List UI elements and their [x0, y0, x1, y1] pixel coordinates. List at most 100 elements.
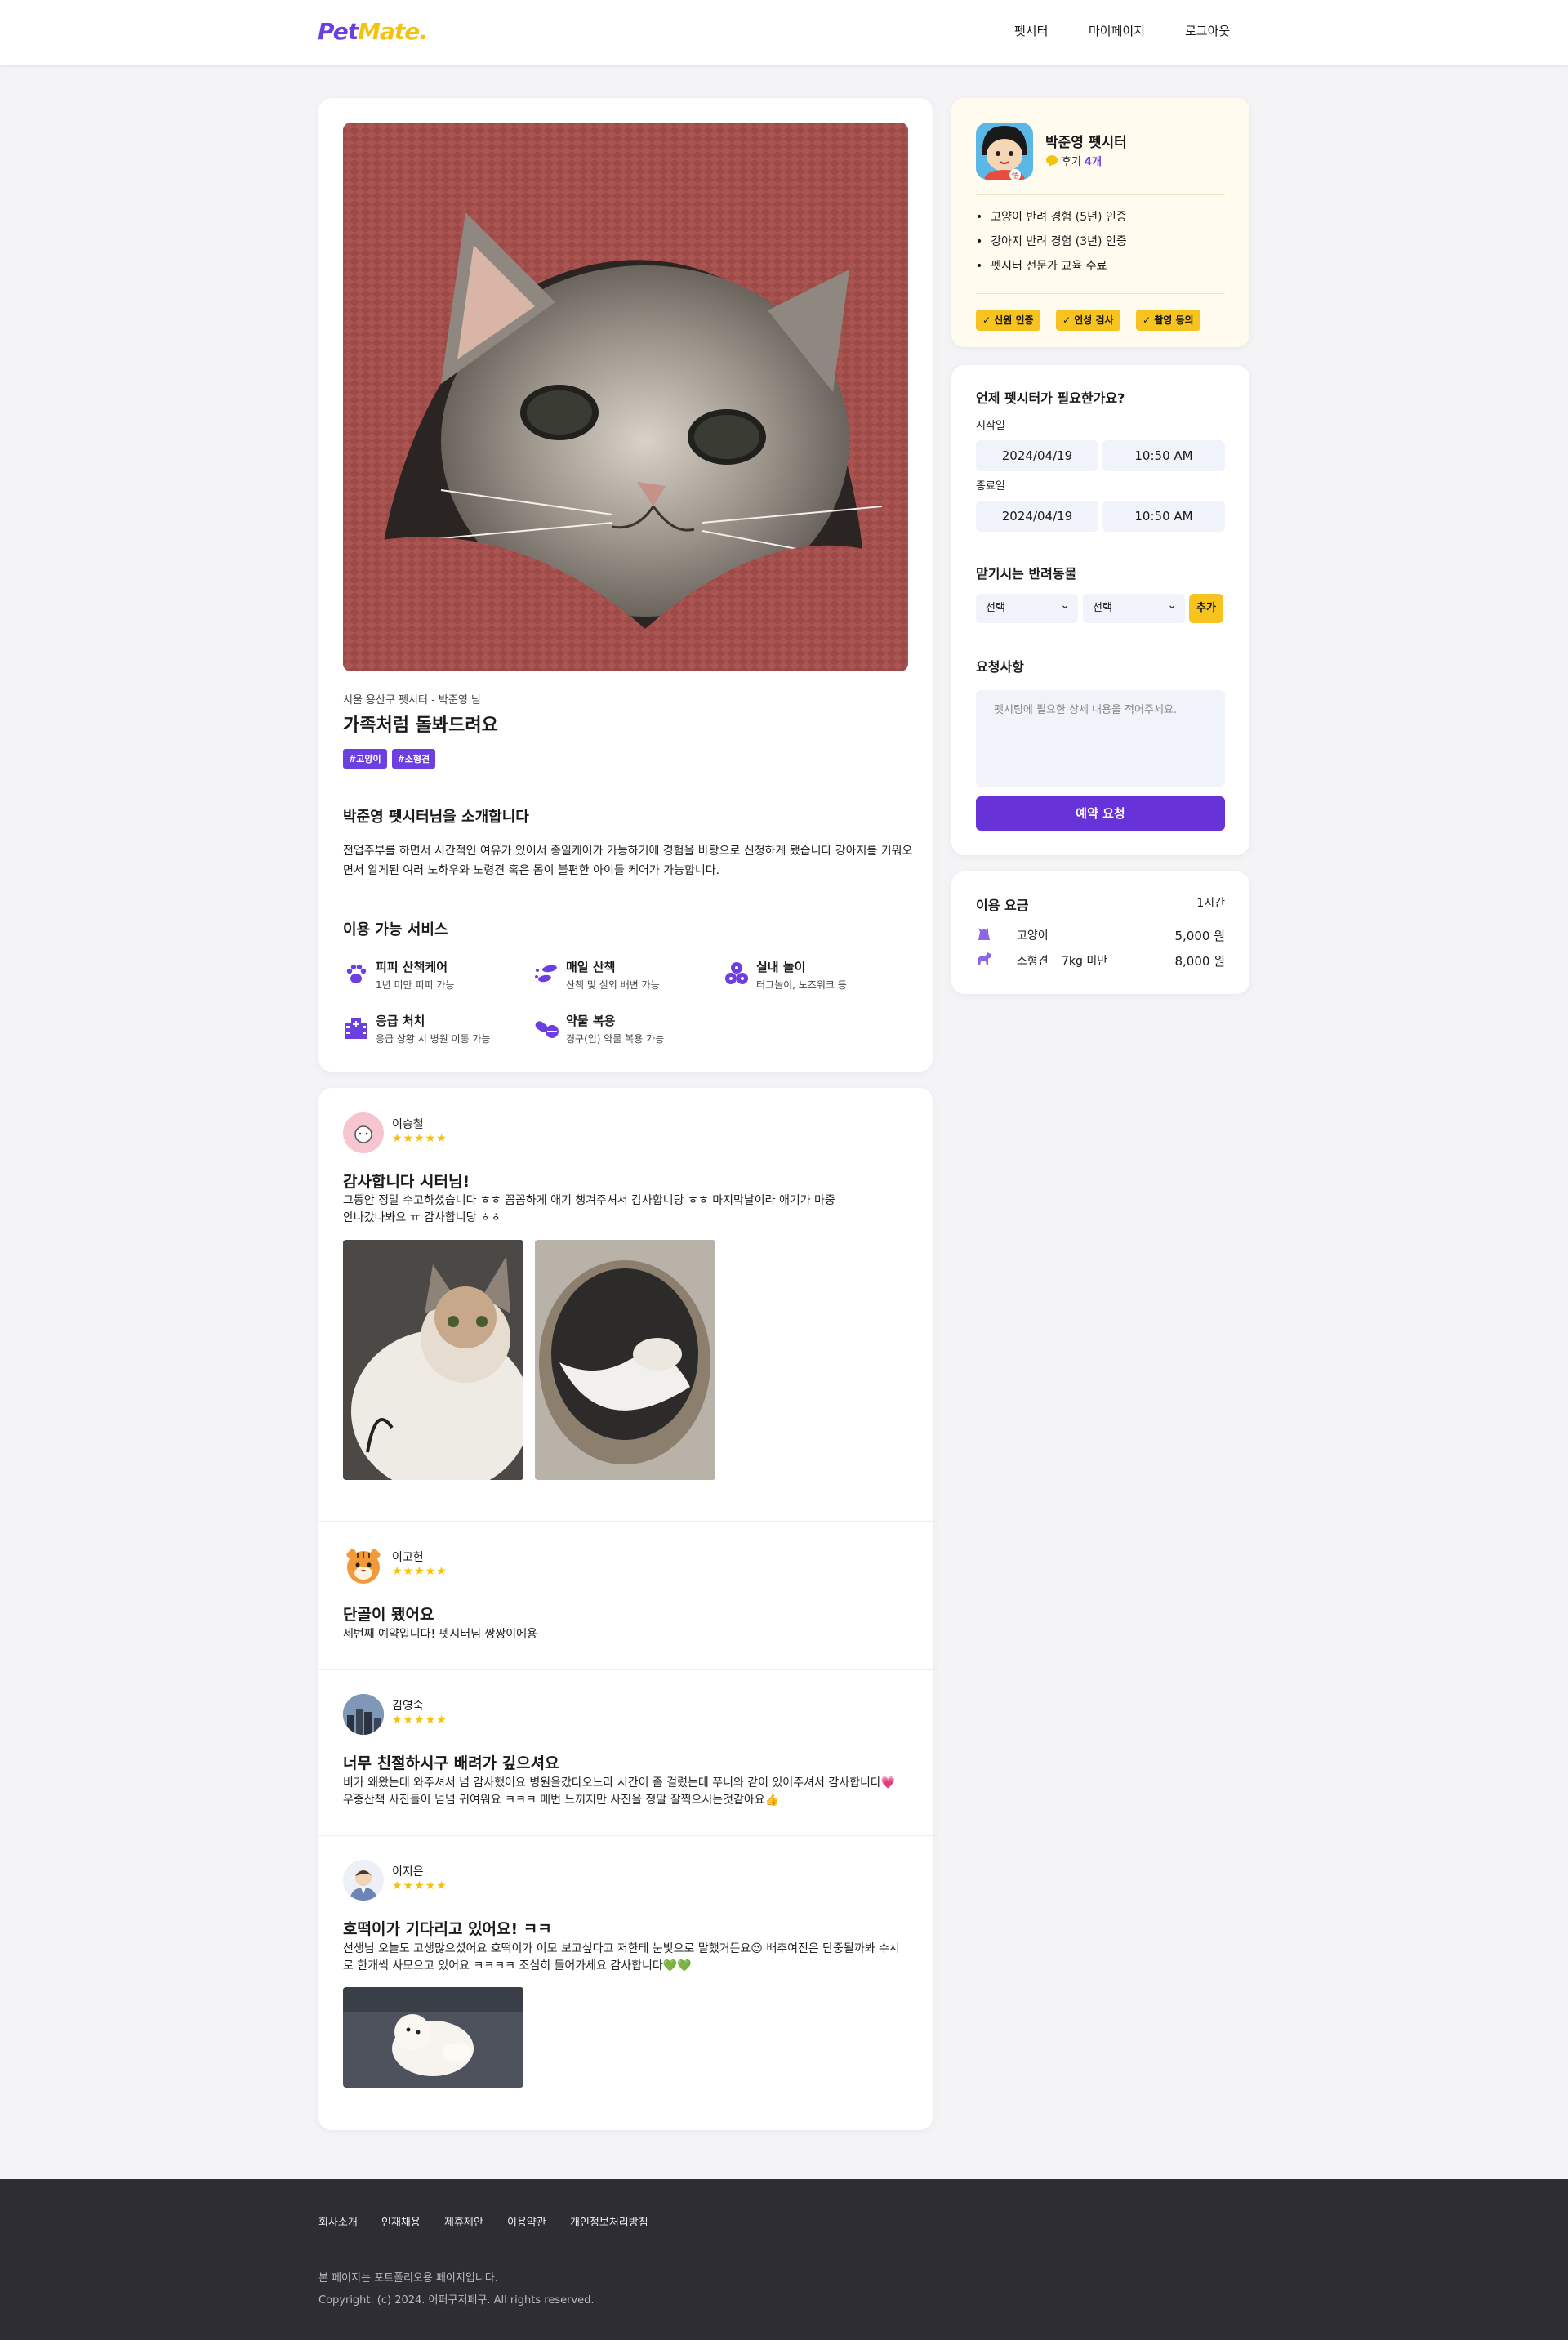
service-item: 매일 산책 산책 및 실외 배변 가능	[533, 959, 729, 996]
intro-body: 전업주부를 하면서 시간적인 여유가 있어서 종일케어가 가능하기에 경험을 바…	[343, 845, 913, 877]
add-pet-button[interactable]: 추가	[1189, 594, 1223, 623]
city-photo-avatar	[343, 1694, 384, 1735]
footer-link-careers[interactable]: 인재채용	[381, 2213, 421, 2229]
end-date-field[interactable]: 2024/04/19	[976, 501, 1098, 532]
booking-question: 언제 펫시터가 필요한가요?	[976, 390, 1125, 406]
tag-cat[interactable]: #고양이	[343, 749, 387, 769]
cat-icon	[978, 928, 990, 940]
footer-link-terms[interactable]: 이용약관	[507, 2213, 546, 2229]
price-value: 8,000 원	[1174, 954, 1225, 969]
pet-type-select[interactable]: 선택	[976, 591, 1078, 623]
booking-card: 언제 펫시터가 필요한가요? 시작일 2024/04/19 10:50 AM 종…	[951, 365, 1250, 855]
review-title: 감사합니다 시터님!	[343, 1173, 470, 1191]
cat-face-icon	[354, 1125, 372, 1143]
avatar	[343, 1112, 384, 1153]
avatar	[343, 1545, 384, 1586]
request-title: 요청사항	[976, 659, 1024, 675]
footer-link-partnership[interactable]: 제휴제안	[444, 2213, 483, 2229]
credential-item: 강아지 반려 경험 (3년) 인증	[976, 234, 1126, 250]
tag-list: #고양이 #소형견	[343, 749, 436, 769]
request-textarea[interactable]: 펫시팅에 필요한 상세 내용을 적어주세요.	[976, 690, 1225, 787]
nav-logout[interactable]: 로그아웃	[1185, 23, 1230, 39]
credential-item: 펫시터 전문가 교육 수료	[976, 258, 1107, 274]
tag-small-dog[interactable]: #소형견	[391, 749, 436, 769]
service-item: 응급 처치 응급 상황 시 병원 이동 가능	[343, 1013, 539, 1050]
service-item: 피피 산책케어 1년 미만 피피 가능	[343, 959, 539, 996]
reviewer-name: 이지은	[392, 1865, 424, 1879]
badge-filming: ✓ 촬영 동의	[1136, 310, 1200, 331]
rating-stars: ★★★★★	[392, 1714, 448, 1727]
review-title: 호떡이가 기다리고 있어요! ㅋㅋ	[343, 1920, 552, 1938]
credential-item: 고양이 반려 경험 (5년) 인증	[976, 209, 1126, 225]
footprints-icon	[535, 965, 557, 983]
sitter-avatar: 悟	[976, 123, 1033, 180]
hospital-icon	[345, 1018, 368, 1039]
review-body: 비가 왜왔는데 와주셔서 넘 감사했어요 병원을갔다오느라 시간이 좀 걸렸는데…	[343, 1776, 896, 1807]
submit-booking-button[interactable]: 예약 요청	[976, 796, 1225, 831]
review-body: 세번째 예약입니다! 펫시터님 짱짱이에용	[343, 1628, 537, 1641]
listing-card: 서울 용산구 펫시터 - 박준영 님 가족처럼 돌봐드려요 #고양이 #소형견 …	[318, 98, 933, 1072]
service-name: 응급 처치	[376, 1014, 425, 1028]
review-photo[interactable]	[535, 1240, 715, 1480]
start-time-field[interactable]: 10:50 AM	[1102, 440, 1225, 471]
footer-link-privacy[interactable]: 개인정보처리방침	[570, 2213, 648, 2229]
footer: 회사소개 인재채용 제휴제안 이용약관 개인정보처리방침 본 페이지는 포트폴리…	[0, 2179, 1568, 2340]
price-pet-name: 소형견	[1017, 955, 1049, 968]
end-label: 종료일	[976, 480, 1005, 493]
badge-personality: ✓ 인성 검사	[1056, 310, 1120, 331]
review-count[interactable]: 후기 4개	[1045, 153, 1102, 168]
pets-title: 맡기시는 반려동물	[976, 566, 1077, 582]
toys-icon	[725, 962, 748, 984]
person-avatar-icon	[350, 1870, 377, 1901]
pricing-unit: 1시간	[1196, 897, 1225, 910]
badge-identity: ✓ 신원 인증	[976, 310, 1040, 331]
logo[interactable]: PetMate.	[318, 18, 428, 46]
services-title: 이용 가능 서비스	[343, 921, 448, 938]
footer-note: 본 페이지는 포트폴리오용 페이지입니다.	[318, 2272, 498, 2284]
sitter-name: 박준영 펫시터	[1045, 135, 1127, 151]
listing-title: 가족처럼 돌봐드려요	[343, 715, 498, 736]
reviewer-name: 이고헌	[392, 1551, 424, 1564]
start-label: 시작일	[976, 420, 1005, 432]
service-item: 약물 복용 경구(입) 약물 복용 가능	[533, 1013, 729, 1050]
footer-link-company[interactable]: 회사소개	[318, 2213, 358, 2229]
divider	[318, 1669, 939, 1670]
nav-mypage[interactable]: 마이페이지	[1089, 23, 1145, 39]
avatar	[343, 1694, 384, 1735]
review-body: 선생님 오늘도 고생많으셨어요 호떡이가 이모 보고싶다고 저한테 눈빛으로 말…	[343, 1942, 900, 1972]
service-desc: 응급 상황 시 병원 이동 가능	[376, 1033, 491, 1045]
divider	[976, 293, 1225, 294]
service-name: 피피 산책케어	[376, 960, 448, 974]
service-name: 실내 놀이	[756, 960, 806, 974]
cat-sleeping-photo	[535, 1240, 715, 1480]
review-title: 단골이 됐어요	[343, 1606, 434, 1624]
divider	[976, 194, 1225, 195]
speech-bubble-icon	[1046, 154, 1058, 167]
cat-photo	[343, 1240, 523, 1480]
price-pet-name: 고양이	[1017, 929, 1049, 943]
review-photo[interactable]	[343, 1240, 523, 1480]
end-time-field[interactable]: 10:50 AM	[1102, 501, 1225, 532]
service-name: 매일 산책	[566, 960, 616, 974]
intro-title: 박준영 펫시터님을 소개합니다	[343, 809, 529, 826]
avatar	[343, 1860, 384, 1901]
start-date-field[interactable]: 2024/04/19	[976, 440, 1098, 471]
cartoon-avatar-image: 悟	[976, 123, 1033, 180]
rating-stars: ★★★★★	[392, 1132, 448, 1145]
footer-copyright: Copyright. (c) 2024. 어퍼구저페구. All rights …	[318, 2294, 595, 2307]
top-header: PetMate. 펫시터 마이페이지 로그아웃	[0, 0, 1568, 65]
kitten-photo	[343, 123, 908, 671]
pet-size-select[interactable]: 선택	[1083, 591, 1185, 623]
pill-icon	[535, 1021, 559, 1038]
reviews-card: 이승철 ★★★★★ 감사합니다 시터님! 그동안 정말 수고하셨습니다 ㅎㅎ 꼼…	[318, 1088, 939, 2130]
divider	[318, 1521, 939, 1522]
nav-petsitter[interactable]: 펫시터	[1014, 23, 1048, 39]
service-desc: 산책 및 실외 배변 가능	[566, 979, 660, 991]
service-desc: 터그놀이, 노즈워크 등	[756, 979, 847, 991]
review-title: 너무 친절하시구 배려가 깊으셔요	[343, 1754, 559, 1772]
paw-icon	[346, 964, 367, 983]
tiger-face-icon	[346, 1549, 381, 1584]
review-photo[interactable]	[343, 1987, 523, 2088]
pricing-card: 이용 요금 1시간 고양이 5,000 원 소형견 7kg 미만 8,000 원	[951, 871, 1250, 994]
sitter-profile-card: 悟 박준영 펫시터 후기 4개 고양이 반려 경험 (5년) 인증 강아지 반려…	[951, 98, 1250, 347]
